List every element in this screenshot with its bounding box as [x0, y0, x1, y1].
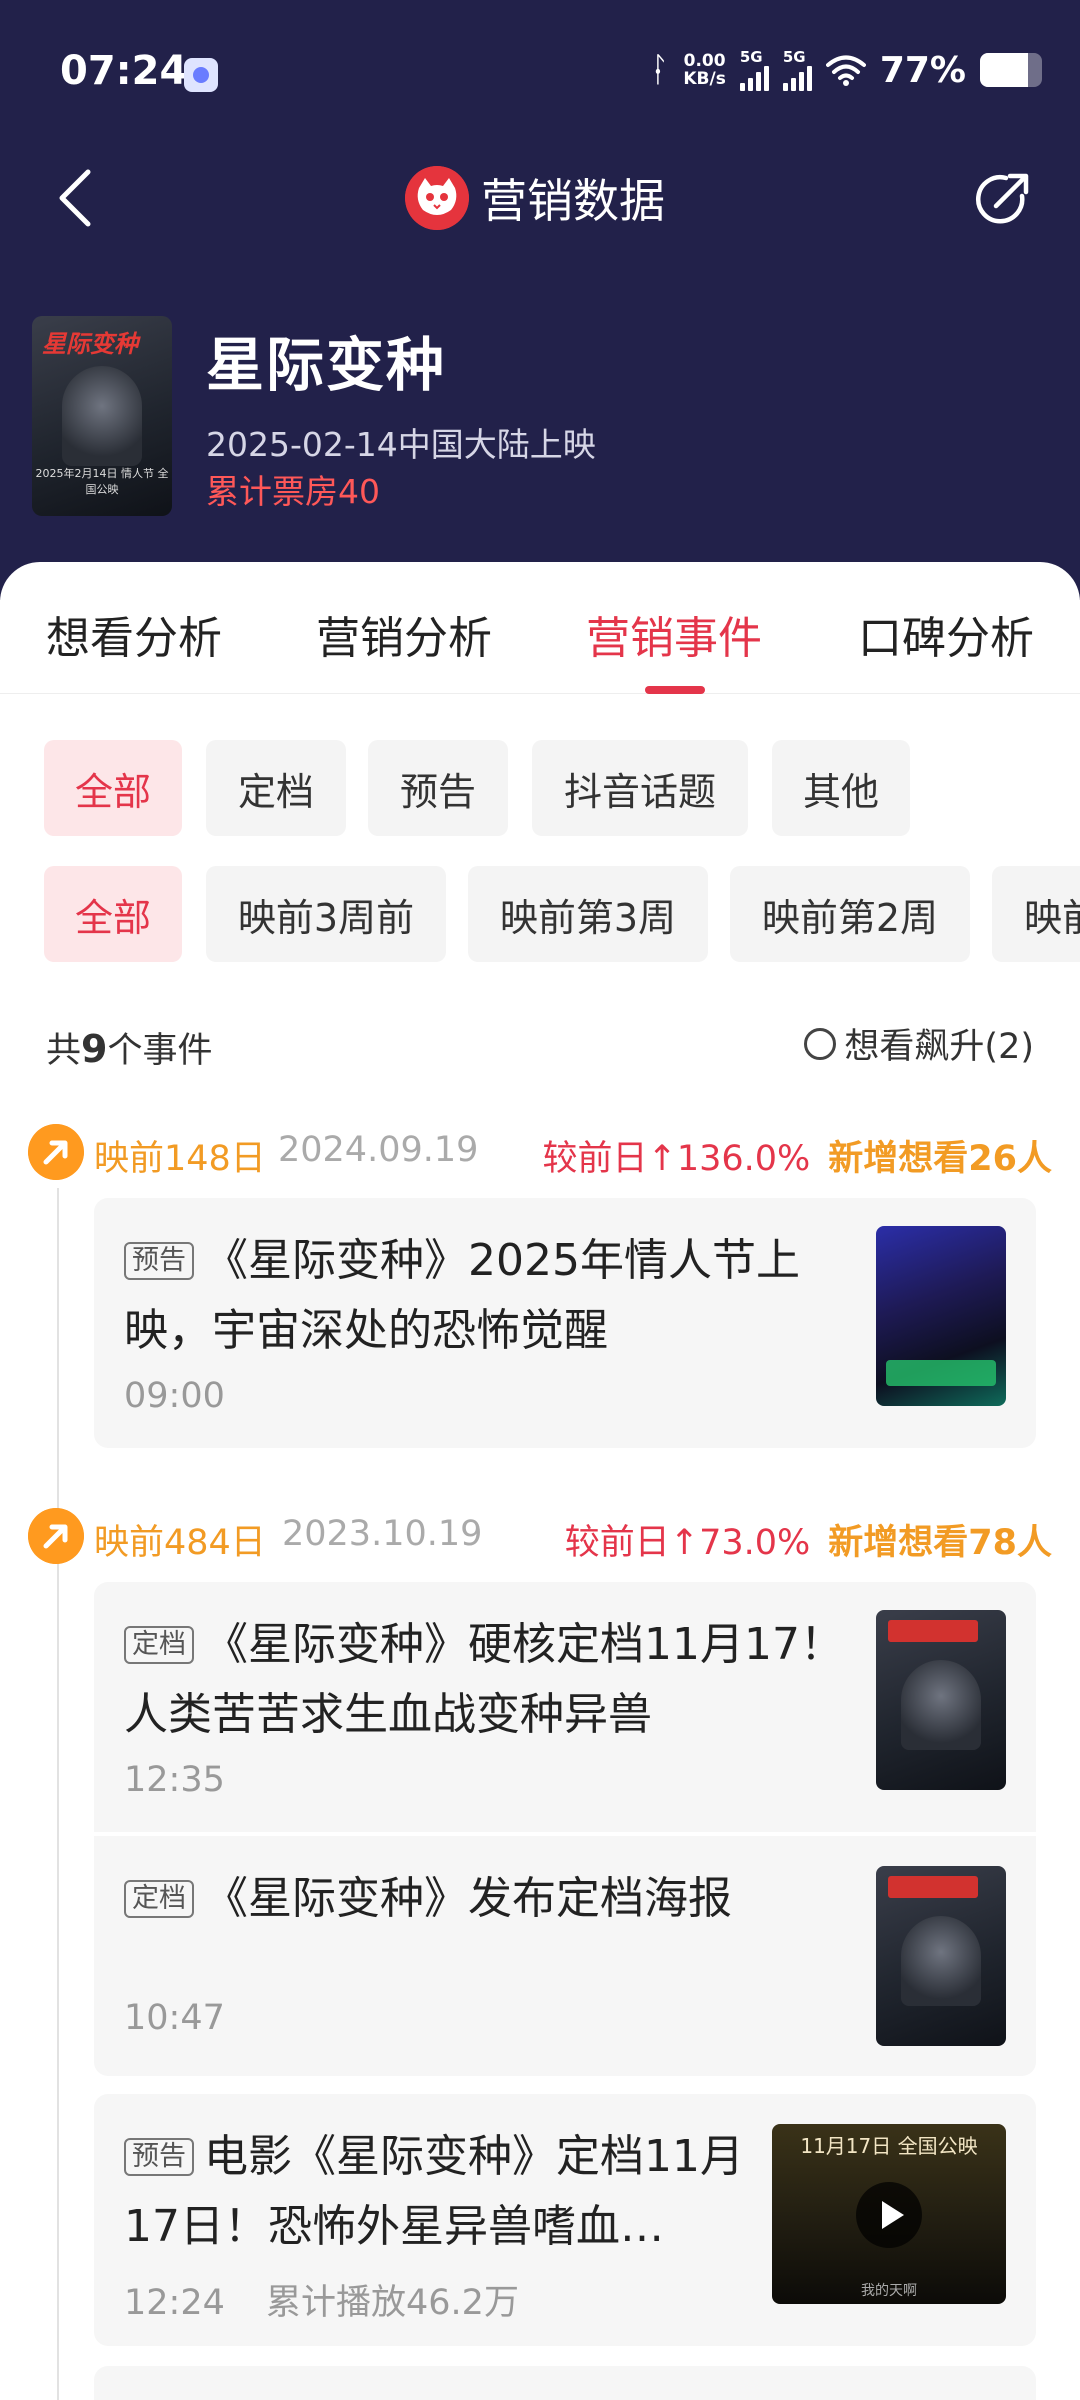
days-before-release: 映前148日 — [94, 1139, 266, 1179]
back-icon[interactable] — [52, 166, 100, 230]
signal-2-icon: 5G — [782, 47, 812, 91]
event-tag: 预告 — [124, 2138, 194, 2176]
new-wants: 新增想看26人 — [828, 1139, 1052, 1179]
nav-title: 营销数据 — [405, 162, 665, 234]
event-date: 2024.09.19 — [278, 1130, 479, 1170]
filter-period-week-3[interactable]: 映前第3周 — [468, 866, 708, 962]
battery-icon — [980, 53, 1042, 87]
event-time: 10:47 — [124, 1998, 225, 2038]
signal-1-label: 5G — [739, 47, 763, 66]
want-surge-toggle[interactable]: 想看飙升(2) — [804, 1018, 1034, 1069]
days-before-release: 映前484日 — [94, 1523, 266, 1563]
filter-period-week-2[interactable]: 映前第2周 — [730, 866, 970, 962]
poster-figure — [62, 366, 142, 466]
trend-up-arrow-icon — [28, 1508, 84, 1564]
event-time: 12:35 — [124, 1760, 225, 1800]
movie-poster[interactable]: 星际变种 2025年2月14日 情人节 全国公映 — [32, 316, 172, 516]
event-card[interactable]: 定档 《星际变种》硬核定档11月17！人类苦苦求生血战变种异兽 12:35 — [94, 1582, 1036, 1832]
event-card[interactable]: 预告 《星际变种》2025年情人节上映，宇宙深处的恐怖觉醒 09:00 — [94, 1198, 1036, 1448]
want-change-percent: 较前日↑73.0% — [564, 1523, 811, 1563]
timeline-line — [57, 1188, 59, 2400]
event-tag: 定档 — [124, 1626, 194, 1664]
header: 07:24 ᛛ 0.00 KB/s 5G 5G 77% 营销数据 星际变种 20… — [0, 0, 1080, 600]
radio-icon[interactable] — [804, 1027, 837, 1060]
video-caption-bottom: 我的天啊 — [861, 2283, 917, 2299]
event-title: 预告 《星际变种》2025年情人节上映，宇宙深处的恐怖觉醒 — [124, 1226, 844, 1366]
event-time: 12:24 累计播放46.2万 — [124, 2274, 519, 2325]
video-caption-top: 11月17日 全国公映 — [800, 2134, 978, 2158]
movie-release-date: 2025-02-14中国大陆上映 — [206, 425, 596, 464]
timeline-group-header: 映前484日 2023.10.19 较前日↑73.0% 新增想看78人 — [28, 1506, 1052, 1566]
play-icon[interactable] — [856, 2182, 922, 2248]
event-count: 共9个事件 — [46, 1022, 212, 1073]
movie-title: 星际变种 — [206, 331, 447, 399]
share-icon[interactable] — [970, 168, 1034, 232]
event-title: 定档 《星际变种》发布定档海报 — [124, 1864, 844, 1934]
filter-type-trailer[interactable]: 预告 — [368, 740, 508, 836]
filter-period-all[interactable]: 全部 — [44, 866, 182, 962]
event-time: 09:00 — [124, 1376, 225, 1416]
event-tag: 定档 — [124, 1880, 194, 1918]
status-bar: 07:24 ᛛ 0.00 KB/s 5G 5G 77% — [0, 0, 1080, 140]
event-title: 预告 电影《星际变种》定档11月17日！恐怖外星异兽嗜血… — [124, 2122, 764, 2262]
tab-bar: 想看分析 营销分析 营销事件 口碑分析 — [0, 562, 1080, 694]
tab-active-indicator — [645, 686, 705, 694]
new-wants: 新增想看78人 — [828, 1523, 1052, 1563]
filter-type-schedule[interactable]: 定档 — [206, 740, 346, 836]
timeline-group-header: 映前148日 2024.09.19 较前日↑136.0% 新增想看26人 — [28, 1122, 1052, 1182]
want-change-percent: 较前日↑136.0% — [542, 1139, 811, 1179]
poster-subtitle: 2025年2月14日 情人节 全国公映 — [35, 467, 169, 496]
event-title: 定档 《星际变种》硬核定档11月17！人类苦苦求生血战变种异兽 — [124, 1610, 844, 1750]
movie-box-office: 累计票房40 — [206, 472, 380, 511]
content-panel: 想看分析 营销分析 营销事件 口碑分析 全部 定档 预告 抖音话题 其他 全部 … — [0, 562, 1080, 2400]
filter-type-row: 全部 定档 预告 抖音话题 其他 — [0, 740, 1080, 836]
maoyan-cat-logo-icon — [405, 166, 469, 230]
status-time: 07:24 — [60, 48, 188, 94]
trend-up-arrow-icon — [28, 1124, 84, 1180]
event-thumbnail[interactable] — [876, 1866, 1006, 2046]
network-speed-value: 0.00 — [683, 51, 726, 71]
signal-1-icon: 5G — [739, 47, 769, 91]
filter-period-more[interactable]: 映前 — [992, 866, 1080, 962]
event-count-number: 9 — [81, 1027, 108, 1071]
event-tag: 预告 — [124, 1242, 194, 1280]
event-date: 2023.10.19 — [282, 1514, 483, 1554]
battery-percent: 77% — [879, 49, 966, 91]
status-icons: ᛛ 0.00 KB/s 5G 5G 77% — [649, 48, 1042, 92]
event-time-value: 12:24 — [124, 2283, 225, 2323]
bluetooth-icon: ᛛ — [648, 50, 670, 90]
network-speed: 0.00 KB/s — [683, 52, 725, 88]
tab-reputation-analysis[interactable]: 口碑分析 — [858, 602, 1034, 666]
tab-want-analysis[interactable]: 想看分析 — [46, 602, 222, 666]
poster-title: 星际变种 — [42, 330, 138, 358]
event-title-text: 电影《星际变种》定档11月17日！恐怖外星异兽嗜血… — [124, 2131, 744, 2252]
event-thumbnail[interactable] — [876, 1610, 1006, 1790]
more-topics-card[interactable]: 共8个营销话题 — [94, 2366, 1036, 2400]
tab-marketing-analysis[interactable]: 营销分析 — [316, 602, 492, 666]
event-thumbnail[interactable] — [876, 1226, 1006, 1406]
network-speed-unit: KB/s — [683, 69, 726, 89]
event-count-prefix: 共 — [46, 1031, 82, 1071]
filter-type-all[interactable]: 全部 — [44, 740, 182, 836]
event-card[interactable]: 预告 电影《星际变种》定档11月17日！恐怖外星异兽嗜血… 12:24 累计播放4… — [94, 2094, 1036, 2346]
event-title-text: 《星际变种》硬核定档11月17！人类苦苦求生血战变种异兽 — [124, 1619, 844, 1740]
filter-period-row: 全部 映前3周前 映前第3周 映前第2周 映前 — [0, 866, 1080, 962]
filter-type-douyin-topic[interactable]: 抖音话题 — [532, 740, 748, 836]
wifi-icon — [825, 55, 866, 86]
tab-marketing-events[interactable]: 营销事件 — [586, 602, 762, 666]
filter-period-before-3-weeks[interactable]: 映前3周前 — [206, 866, 446, 962]
notification-app-icon — [184, 58, 218, 92]
want-surge-label: 想看飙升(2) — [844, 1027, 1034, 1067]
signal-2-label: 5G — [782, 47, 806, 66]
filter-type-other[interactable]: 其他 — [772, 740, 910, 836]
video-thumbnail[interactable]: 11月17日 全国公映 我的天啊 — [772, 2124, 1006, 2304]
event-title-text: 《星际变种》2025年情人节上映，宇宙深处的恐怖觉醒 — [124, 1235, 800, 1356]
page-title: 营销数据 — [481, 174, 665, 228]
play-count: 累计播放46.2万 — [266, 2283, 519, 2323]
event-title-text: 《星际变种》发布定档海报 — [204, 1873, 732, 1924]
event-count-suffix: 个事件 — [107, 1031, 213, 1071]
event-card[interactable]: 定档 《星际变种》发布定档海报 10:47 — [94, 1836, 1036, 2076]
